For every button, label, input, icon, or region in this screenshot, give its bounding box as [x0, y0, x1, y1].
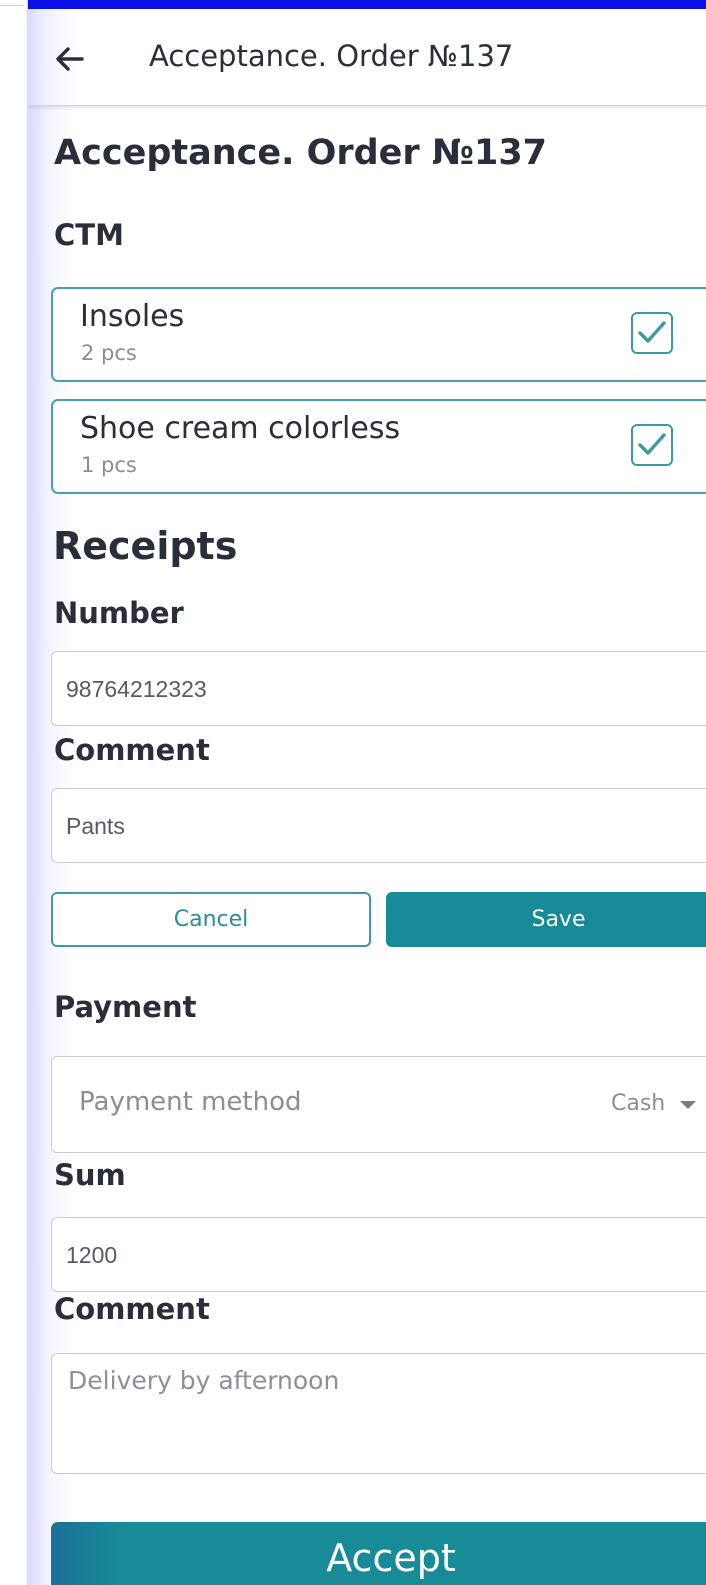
ctm-item-checkbox[interactable] — [631, 424, 673, 466]
checkmark-icon — [638, 321, 666, 343]
payment-section-title: Payment — [54, 990, 197, 1024]
ctm-item-quantity: 2 pcs — [81, 341, 137, 365]
receipt-comment-field[interactable] — [51, 788, 706, 863]
cancel-button[interactable]: Cancel — [51, 892, 371, 947]
ctm-item-card[interactable]: Shoe cream colorless 1 pcs — [51, 399, 706, 494]
receipt-comment-label: Comment — [54, 733, 210, 767]
sum-input[interactable] — [66, 1239, 666, 1271]
receipt-number-label: Number — [54, 596, 184, 630]
payment-method-value: Cash — [611, 1091, 666, 1116]
ctm-item-quantity: 1 pcs — [81, 453, 137, 477]
status-bar — [28, 0, 706, 9]
payment-method-label: Payment method — [79, 1087, 302, 1117]
background-window-edge — [0, 0, 28, 1585]
sum-field[interactable] — [51, 1217, 706, 1292]
payment-method-select[interactable]: Payment method Cash — [51, 1056, 706, 1153]
sum-label: Sum — [54, 1158, 126, 1192]
payment-comment-field[interactable] — [51, 1353, 706, 1474]
app-screen: Acceptance. Order №137 Acceptance. Order… — [28, 0, 706, 1585]
app-bar-title: Acceptance. Order №137 — [149, 39, 514, 73]
app-bar: Acceptance. Order №137 — [28, 9, 706, 106]
ctm-item-name: Insoles — [80, 299, 185, 334]
page-title: Acceptance. Order №137 — [54, 133, 548, 173]
save-button[interactable]: Save — [386, 892, 706, 947]
ctm-section-title: CTM — [54, 218, 124, 252]
receipt-number-field[interactable] — [51, 651, 706, 726]
payment-comment-label: Comment — [54, 1292, 210, 1326]
accept-button[interactable]: Accept — [51, 1522, 706, 1585]
ctm-item-card[interactable]: Insoles 2 pcs — [51, 287, 706, 382]
receipts-title: Receipts — [53, 524, 238, 568]
caret-down-icon — [680, 1101, 696, 1109]
ctm-item-checkbox[interactable] — [631, 312, 673, 354]
background-window-cap — [0, 0, 24, 6]
back-arrow-icon[interactable] — [52, 41, 88, 77]
ctm-item-name: Shoe cream colorless — [80, 411, 401, 446]
receipt-number-input[interactable] — [66, 673, 666, 705]
receipt-comment-input[interactable] — [66, 810, 666, 842]
checkmark-icon — [638, 433, 666, 455]
payment-comment-textarea[interactable] — [68, 1366, 706, 1456]
